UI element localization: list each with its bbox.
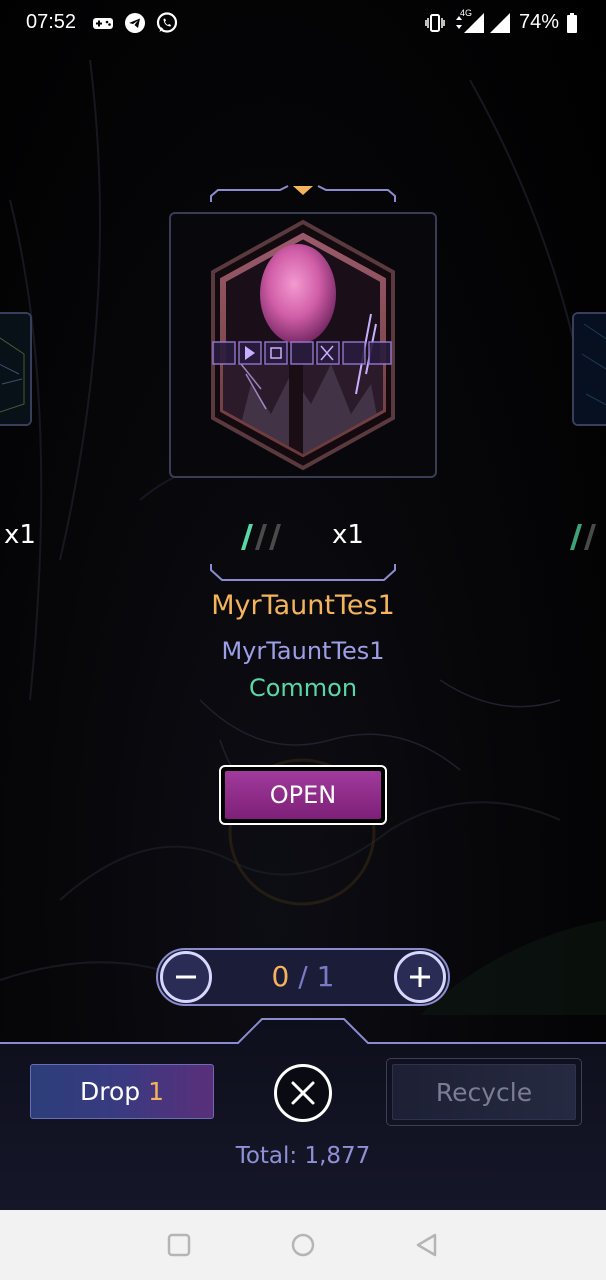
rarity-bars bbox=[241, 524, 281, 550]
quantity-separator: / bbox=[298, 960, 308, 993]
carousel-prev-quantity: x1 bbox=[4, 520, 36, 550]
vibrate-icon bbox=[425, 14, 445, 32]
card-frame-top bbox=[210, 185, 396, 202]
open-button-label: OPEN bbox=[225, 771, 381, 819]
telegram-icon bbox=[125, 13, 145, 33]
inventory-screen: 07:52 4G 74% x1 x1 MyrTauntTes1 MyrTaunt… bbox=[0, 0, 606, 1210]
carousel-item-next[interactable] bbox=[572, 312, 606, 426]
recycle-button-frame: Recycle bbox=[386, 1058, 582, 1126]
game-controller-icon bbox=[93, 18, 113, 29]
drop-button[interactable]: Drop 1 bbox=[30, 1064, 214, 1119]
battery-percent: 74% bbox=[519, 11, 560, 33]
carousel-item-previous[interactable] bbox=[0, 312, 32, 426]
item-quantity: x1 bbox=[332, 520, 364, 550]
quantity-stepper: 0 / 1 bbox=[156, 948, 450, 1006]
card-frame-bottom bbox=[210, 564, 396, 581]
drop-button-count: 1 bbox=[148, 1077, 165, 1106]
quantity-max: 1 bbox=[316, 960, 335, 993]
whatsapp-icon bbox=[156, 12, 178, 33]
item-subtitle: MyrTauntTes1 bbox=[221, 637, 385, 665]
signal-icon bbox=[490, 13, 510, 33]
increment-button[interactable] bbox=[394, 951, 446, 1003]
nav-home-icon[interactable] bbox=[290, 1232, 316, 1258]
close-icon bbox=[291, 1081, 315, 1105]
close-button[interactable] bbox=[274, 1064, 332, 1122]
drop-button-label: Drop bbox=[79, 1077, 141, 1106]
item-title: MyrTauntTes1 bbox=[211, 590, 395, 621]
navigation-bar bbox=[0, 1210, 606, 1280]
item-rarity: Common bbox=[248, 674, 358, 702]
status-bar: 07:52 4G 74% bbox=[0, 0, 606, 46]
open-button[interactable]: OPEN bbox=[219, 765, 387, 825]
plus-icon bbox=[410, 967, 430, 987]
carousel-next-rarity-bars bbox=[570, 524, 596, 550]
signal-icon bbox=[456, 13, 484, 33]
nav-back-icon[interactable] bbox=[414, 1232, 440, 1258]
battery-icon bbox=[567, 13, 577, 33]
inventory-total: Total: 1,877 bbox=[235, 1143, 371, 1169]
nav-recents-icon[interactable] bbox=[166, 1232, 192, 1258]
quantity-current: 0 bbox=[271, 960, 290, 993]
recycle-button[interactable]: Recycle bbox=[392, 1064, 576, 1120]
item-card[interactable] bbox=[169, 212, 437, 478]
status-time: 07:52 bbox=[26, 11, 77, 33]
